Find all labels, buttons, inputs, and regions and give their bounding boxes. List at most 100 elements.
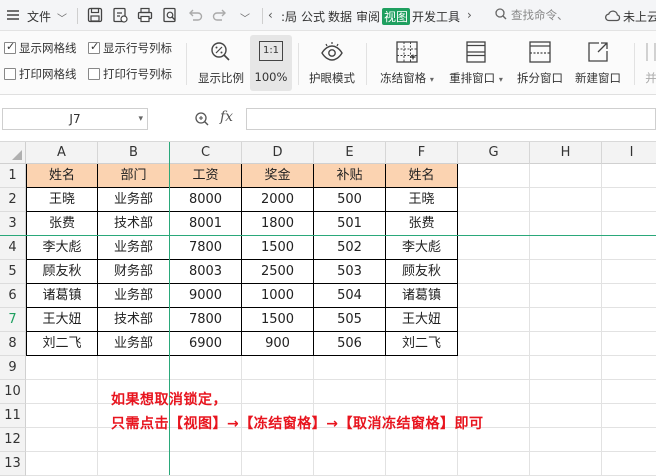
empty-cell[interactable] — [458, 236, 530, 260]
table-cell[interactable]: 业务部 — [98, 188, 170, 212]
table-cell[interactable]: 顾友秋 — [386, 260, 458, 284]
empty-cell[interactable] — [602, 356, 656, 380]
empty-cell[interactable] — [602, 332, 656, 356]
zoom-100-button[interactable]: 1:1 100% — [250, 35, 292, 91]
print-headings-checkbox[interactable]: 打印行号列标 — [88, 66, 172, 82]
empty-cell[interactable] — [386, 452, 458, 476]
empty-cell[interactable] — [602, 452, 656, 476]
row-header-2[interactable]: 2 — [0, 188, 26, 212]
tab-layout[interactable]: :局 — [281, 8, 297, 25]
show-gridlines-checkbox[interactable]: 显示网格线 — [4, 40, 77, 56]
column-header-f[interactable]: F — [386, 142, 458, 164]
table-cell[interactable]: 9000 — [170, 284, 242, 308]
table-cell[interactable]: 501 — [314, 212, 386, 236]
empty-cell[interactable] — [314, 452, 386, 476]
empty-cell[interactable] — [314, 380, 386, 404]
empty-cell[interactable] — [98, 356, 170, 380]
table-cell[interactable]: 刘二飞 — [386, 332, 458, 356]
empty-cell[interactable] — [530, 380, 602, 404]
zoom-search-icon[interactable] — [194, 111, 210, 127]
table-cell[interactable]: 业务部 — [98, 236, 170, 260]
table-cell[interactable]: 1500 — [242, 308, 314, 332]
file-menu[interactable]: 文件 — [27, 8, 51, 25]
table-cell[interactable]: 业务部 — [98, 332, 170, 356]
header-cell[interactable]: 奖金 — [242, 164, 314, 188]
column-header-d[interactable]: D — [242, 142, 314, 164]
table-cell[interactable]: 1800 — [242, 212, 314, 236]
table-cell[interactable]: 张费 — [26, 212, 98, 236]
row-header-1[interactable]: 1 — [0, 164, 26, 188]
empty-cell[interactable] — [242, 356, 314, 380]
save-icon[interactable] — [86, 6, 104, 24]
empty-cell[interactable] — [530, 164, 602, 188]
empty-cell[interactable] — [602, 284, 656, 308]
undo-icon[interactable] — [186, 6, 204, 24]
table-cell[interactable]: 506 — [314, 332, 386, 356]
empty-cell[interactable] — [602, 428, 656, 452]
empty-cell[interactable] — [602, 380, 656, 404]
empty-cell[interactable] — [602, 404, 656, 428]
empty-cell[interactable] — [530, 188, 602, 212]
table-cell[interactable]: 诸葛镇 — [386, 284, 458, 308]
empty-cell[interactable] — [530, 428, 602, 452]
table-cell[interactable]: 刘二飞 — [26, 332, 98, 356]
search-command-box[interactable]: 查找命令、 — [484, 5, 594, 26]
tab-data[interactable]: 数据 — [328, 8, 352, 25]
table-cell[interactable]: 6900 — [170, 332, 242, 356]
row-header-4[interactable]: 4 — [0, 236, 26, 260]
freeze-panes-button[interactable]: 冻结窗格 ▾ — [376, 39, 438, 86]
cloud-status[interactable]: 未上云 — [623, 8, 656, 25]
empty-cell[interactable] — [458, 212, 530, 236]
cloud-icon[interactable] — [604, 7, 622, 25]
file-dropdown-icon[interactable]: ﹀ — [57, 10, 67, 25]
redo-icon[interactable] — [211, 6, 229, 24]
empty-cell[interactable] — [458, 260, 530, 284]
table-cell[interactable]: 504 — [314, 284, 386, 308]
empty-cell[interactable] — [530, 308, 602, 332]
quick-access-dropdown-icon[interactable]: ﹀ — [240, 10, 250, 25]
empty-cell[interactable] — [530, 356, 602, 380]
empty-cell[interactable] — [530, 212, 602, 236]
table-cell[interactable]: 王晓 — [386, 188, 458, 212]
row-header-13[interactable]: 13 — [0, 452, 26, 476]
empty-cell[interactable] — [386, 380, 458, 404]
empty-cell[interactable] — [386, 356, 458, 380]
hamburger-icon[interactable] — [4, 6, 22, 24]
table-cell[interactable]: 王大妞 — [386, 308, 458, 332]
header-cell[interactable]: 部门 — [98, 164, 170, 188]
empty-cell[interactable] — [458, 452, 530, 476]
empty-cell[interactable] — [602, 212, 656, 236]
checkbox-unchecked[interactable] — [4, 68, 16, 80]
table-cell[interactable]: 7800 — [170, 308, 242, 332]
empty-cell[interactable] — [530, 236, 602, 260]
print-icon[interactable] — [136, 6, 154, 24]
row-header-12[interactable]: 12 — [0, 428, 26, 452]
table-cell[interactable]: 技术部 — [98, 308, 170, 332]
table-cell[interactable]: 诸葛镇 — [26, 284, 98, 308]
name-box[interactable]: J7 ▾ — [2, 108, 148, 130]
table-cell[interactable]: 503 — [314, 260, 386, 284]
column-header-c[interactable]: C — [170, 142, 242, 164]
row-header-8[interactable]: 8 — [0, 332, 26, 356]
tab-view[interactable]: 视图 — [382, 8, 411, 25]
table-cell[interactable]: 1000 — [242, 284, 314, 308]
table-cell[interactable]: 2000 — [242, 188, 314, 212]
checkbox-checked[interactable] — [88, 40, 100, 54]
empty-cell[interactable] — [26, 404, 98, 428]
tabs-scroll-left-icon[interactable]: ‹ — [268, 8, 273, 22]
table-cell[interactable]: 财务部 — [98, 260, 170, 284]
empty-cell[interactable] — [530, 404, 602, 428]
empty-cell[interactable] — [458, 380, 530, 404]
table-cell[interactable]: 王晓 — [26, 188, 98, 212]
table-cell[interactable]: 8000 — [170, 188, 242, 212]
row-header-5[interactable]: 5 — [0, 260, 26, 284]
header-cell[interactable]: 姓名 — [26, 164, 98, 188]
empty-cell[interactable] — [242, 452, 314, 476]
tabs-scroll-right-icon[interactable]: › — [467, 8, 472, 22]
row-header-9[interactable]: 9 — [0, 356, 26, 380]
column-header-g[interactable]: G — [458, 142, 530, 164]
tab-developer[interactable]: 开发工具 — [412, 8, 460, 25]
checkbox-unchecked[interactable] — [88, 68, 100, 80]
column-header-h[interactable]: H — [530, 142, 602, 164]
table-cell[interactable]: 8003 — [170, 260, 242, 284]
